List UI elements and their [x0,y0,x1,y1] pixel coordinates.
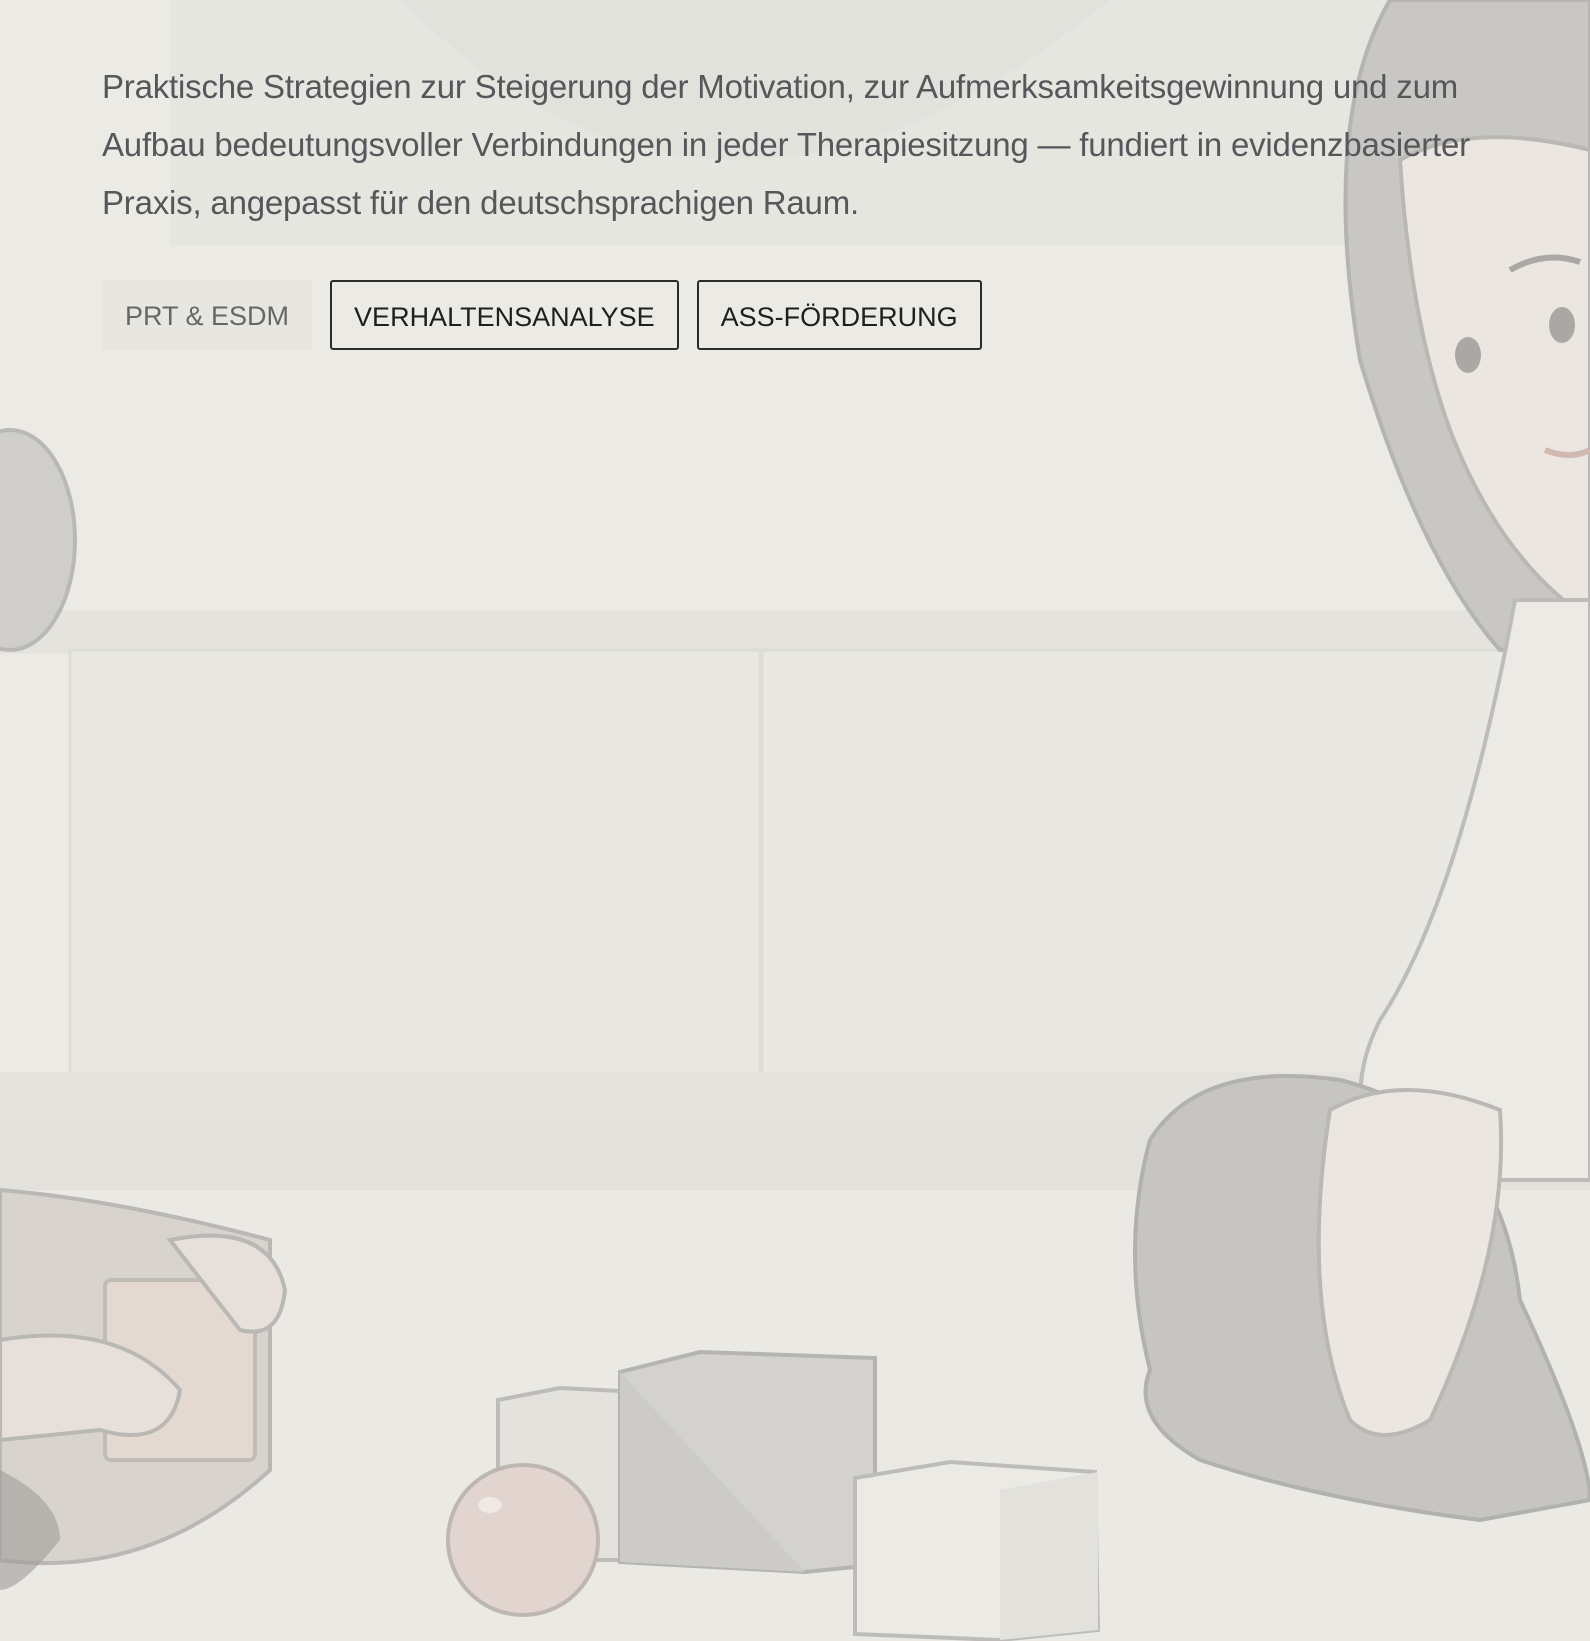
hero-content: Praktische Strategien zur Steigerung der… [102,58,1482,350]
toy-ball [446,1463,600,1617]
block-front-shade [1000,1472,1098,1640]
shelf-top [0,610,1590,654]
tag-verhaltensanalyse[interactable]: VERHALTENSANALYSE [330,280,679,350]
tag-list: PRT & ESDM VERHALTENSANALYSE ASS-FÖRDERU… [102,280,1482,350]
toy-ball-highlight [478,1497,502,1513]
hero-section: Praktische Strategien zur Steigerung der… [0,0,1590,1641]
cabinet-door-left [68,648,762,1077]
adult-eye-right [1549,307,1575,343]
hero-description: Praktische Strategien zur Steigerung der… [102,68,1470,221]
tag-ass-foerderung[interactable]: ASS-FÖRDERUNG [696,280,982,350]
tag-prt-esdm[interactable]: PRT & ESDM [102,280,313,350]
